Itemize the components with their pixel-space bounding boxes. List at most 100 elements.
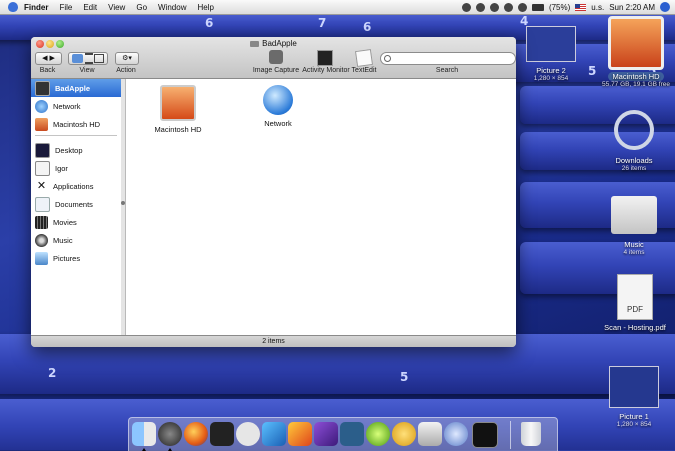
textedit-label[interactable]: TextEdit xyxy=(347,67,381,74)
sidebar-item-igor[interactable]: Igor xyxy=(31,159,121,177)
sidebar-item-movies[interactable]: Movies xyxy=(31,213,121,231)
applications-icon: ✕ xyxy=(35,179,48,193)
pdf-document-icon: PDF xyxy=(617,274,653,320)
column-view-icon[interactable] xyxy=(94,54,105,63)
menu-go[interactable]: Go xyxy=(136,3,147,12)
sidebar-item-label: Igor xyxy=(55,163,68,173)
desktop-icon xyxy=(35,142,50,158)
desktop-item-picture-1[interactable]: Picture 1 1,280 × 854 xyxy=(601,366,667,428)
file-browser: Macintosh HD Network xyxy=(126,79,516,335)
seat-number: 2 xyxy=(48,366,57,380)
documents-icon xyxy=(35,196,50,212)
sidebar-item-desktop[interactable]: Desktop xyxy=(31,141,121,159)
sidebar-item-macintosh-hd[interactable]: Macintosh HD xyxy=(31,115,121,133)
icon-view-icon[interactable] xyxy=(71,54,83,63)
sidebar-item-pictures[interactable]: Pictures xyxy=(31,249,121,267)
firefox-icon[interactable] xyxy=(184,422,208,446)
app-menu[interactable]: Finder xyxy=(24,3,48,12)
desktop-item-picture-2[interactable]: Picture 2 1,280 × 854 xyxy=(521,26,581,82)
desktop-item-macintosh-hd[interactable]: Macintosh HD 55.77 GB, 19.1 GB free xyxy=(598,16,674,88)
desktop-item-label: Scan - Hosting.pdf xyxy=(604,323,666,332)
dashboard-icon[interactable] xyxy=(158,422,182,446)
sidebar-separator xyxy=(35,135,117,136)
input-locale[interactable]: u.s. xyxy=(591,3,604,12)
sidebar-item-label: Desktop xyxy=(55,145,83,155)
input-flag-icon[interactable] xyxy=(575,3,587,11)
hard-drive-icon xyxy=(250,40,260,47)
item-count: 2 items xyxy=(262,338,285,345)
sidebar-item-label: Music xyxy=(53,235,73,245)
status-bar: 2 items xyxy=(31,335,516,347)
speech-bubble-icon[interactable] xyxy=(236,422,260,446)
window-title-text: BadApple xyxy=(262,39,297,48)
time-machine-icon[interactable] xyxy=(489,2,499,12)
action-button[interactable]: ⚙▾ xyxy=(115,52,139,65)
file-item-network[interactable]: Network xyxy=(238,85,318,128)
finder-icon[interactable] xyxy=(132,422,156,446)
search-field[interactable] xyxy=(380,52,516,65)
desktop-item-downloads[interactable]: Downloads 26 items xyxy=(601,110,667,172)
sidebar-item-network[interactable]: Network xyxy=(31,97,121,115)
quill-icon[interactable] xyxy=(262,422,286,446)
sidebar-item-label: Movies xyxy=(53,217,77,227)
clock[interactable]: Sun 2:20 AM xyxy=(609,3,655,12)
seat-number: 6 xyxy=(363,20,372,34)
image-capture-icon[interactable] xyxy=(269,50,283,64)
activity-monitor-label[interactable]: Activity Monitor xyxy=(301,67,351,74)
window-toolbar: BadApple ◀ ▶ Back View ⚙▾ Action Image C… xyxy=(31,37,516,79)
back-forward-buttons[interactable]: ◀ ▶ xyxy=(35,52,62,65)
globe-icon xyxy=(35,99,48,113)
display-icon[interactable] xyxy=(503,2,513,12)
printer-icon[interactable] xyxy=(418,422,442,446)
activity-monitor-icon[interactable] xyxy=(317,50,333,66)
sidebar-item-badapple[interactable]: BadApple xyxy=(31,79,121,97)
skype-icon[interactable] xyxy=(475,2,485,12)
app-icon-green-star[interactable] xyxy=(340,422,364,446)
sidebar-item-label: Pictures xyxy=(53,253,81,263)
app-icon-orange[interactable] xyxy=(288,422,312,446)
desktop-item-info: 4 items xyxy=(623,249,645,256)
view-buttons[interactable] xyxy=(68,52,108,65)
sidebar-item-documents[interactable]: Documents xyxy=(31,195,121,213)
image-thumbnail-icon xyxy=(609,366,659,408)
desktop-item-scan-pdf[interactable]: PDF Scan - Hosting.pdf xyxy=(596,274,674,332)
desktop-item-info: 1,280 × 854 xyxy=(533,75,569,82)
sidebar-item-label: Documents xyxy=(55,199,93,209)
spotlight-icon[interactable] xyxy=(660,2,670,12)
music-icon xyxy=(35,233,48,247)
menu-edit[interactable]: Edit xyxy=(83,3,97,12)
finder-window: BadApple ◀ ▶ Back View ⚙▾ Action Image C… xyxy=(31,37,516,347)
battery-icon[interactable] xyxy=(531,3,544,11)
dreamweaver-icon[interactable] xyxy=(366,422,390,446)
battery-percent[interactable]: (75%) xyxy=(549,3,570,12)
ichat-icon[interactable] xyxy=(210,422,234,446)
terminal-icon[interactable] xyxy=(472,422,498,448)
itunes-icon[interactable] xyxy=(444,422,468,446)
menu-file[interactable]: File xyxy=(59,3,72,12)
folder-icon xyxy=(611,196,657,234)
menu-window[interactable]: Window xyxy=(158,3,186,12)
apple-menu-icon[interactable] xyxy=(8,2,18,12)
app-icon-purple[interactable] xyxy=(314,422,338,446)
desktop-item-music[interactable]: Music 4 items xyxy=(601,196,667,256)
image-thumbnail-icon xyxy=(526,26,576,62)
desktop-item-label: Music xyxy=(624,240,644,249)
image-capture-label[interactable]: Image Capture xyxy=(251,67,301,74)
file-item-macintosh-hd[interactable]: Macintosh HD xyxy=(138,85,218,134)
menu-view[interactable]: View xyxy=(108,3,125,12)
volume-icon[interactable] xyxy=(517,2,527,12)
hard-drive-icon xyxy=(35,117,48,131)
sidebar-item-music[interactable]: Music xyxy=(31,231,121,249)
flash-icon[interactable] xyxy=(392,422,416,446)
sidebar-item-applications[interactable]: ✕ Applications xyxy=(31,177,121,195)
trash-icon[interactable] xyxy=(521,422,541,446)
menu-help[interactable]: Help xyxy=(197,3,213,12)
file-item-label: Network xyxy=(264,119,292,128)
search-input[interactable] xyxy=(394,53,509,63)
movies-icon xyxy=(35,215,48,229)
hard-drive-icon xyxy=(608,16,664,70)
list-view-icon[interactable] xyxy=(84,53,93,64)
dock-separator xyxy=(510,421,511,449)
sync-icon[interactable] xyxy=(461,2,471,12)
textedit-icon[interactable] xyxy=(354,48,374,68)
